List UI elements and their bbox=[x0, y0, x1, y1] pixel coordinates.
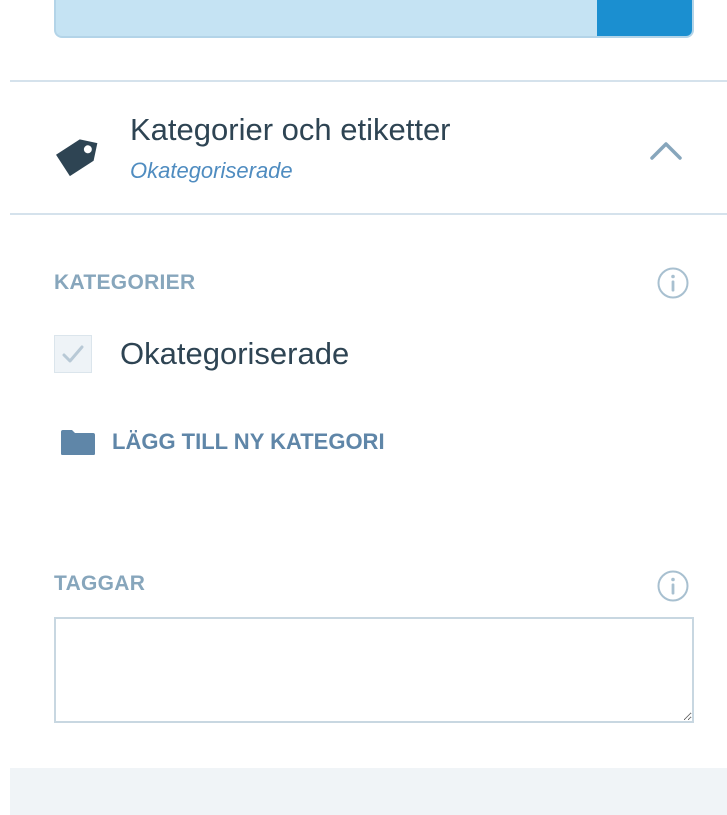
tags-input[interactable] bbox=[54, 617, 694, 723]
section-subtitle: Okategoriserade bbox=[130, 158, 293, 183]
category-checkbox[interactable] bbox=[54, 335, 92, 373]
checkmark-icon bbox=[62, 345, 84, 363]
chevron-up-icon[interactable] bbox=[646, 136, 686, 166]
categories-tags-panel: Kategorier och etiketter Okategoriserade… bbox=[0, 0, 727, 815]
top-progress-bar[interactable] bbox=[54, 0, 694, 38]
info-icon[interactable] bbox=[656, 266, 690, 300]
add-new-category-button[interactable]: LÄGG TILL NY KATEGORI bbox=[52, 421, 482, 461]
section-title: Kategorier och etiketter bbox=[130, 112, 451, 147]
tags-label: TAGGAR bbox=[54, 572, 146, 595]
info-icon[interactable] bbox=[656, 569, 690, 603]
folder-icon bbox=[61, 430, 95, 455]
tag-icon bbox=[56, 139, 98, 177]
top-progress-fill bbox=[596, 0, 692, 36]
divider bbox=[10, 213, 727, 215]
bottom-bar bbox=[10, 768, 727, 815]
categories-label: KATEGORIER bbox=[54, 271, 196, 294]
category-label: Okategoriserade bbox=[120, 336, 350, 371]
add-new-category-label: LÄGG TILL NY KATEGORI bbox=[112, 429, 385, 454]
